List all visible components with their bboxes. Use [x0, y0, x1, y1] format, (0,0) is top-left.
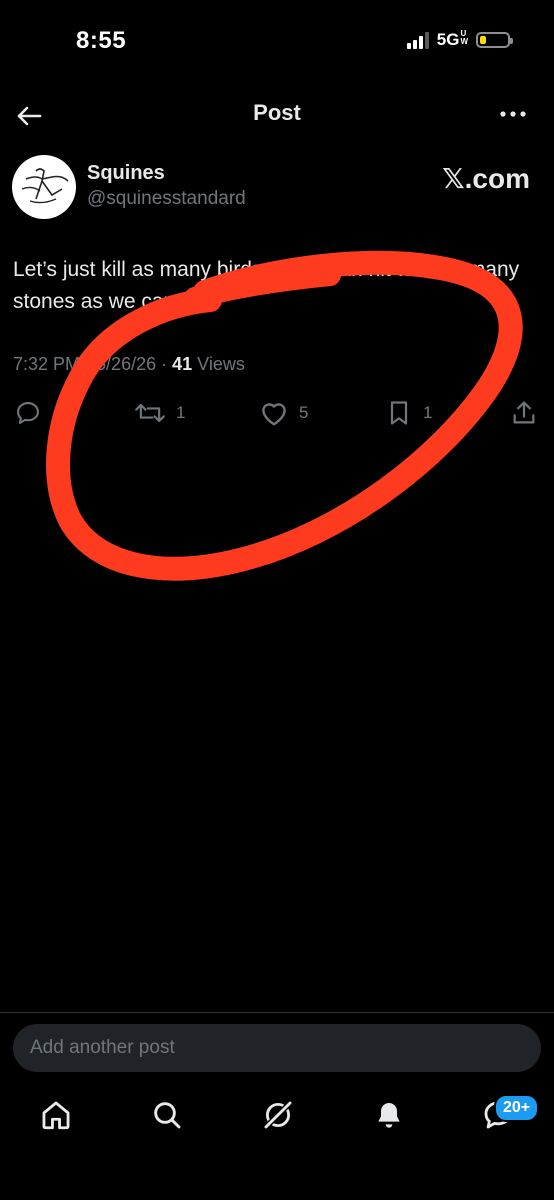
- post-meta: 7:32 PM · 5/26/26 · 41 Views: [13, 354, 245, 374]
- views-count[interactable]: 41: [172, 354, 192, 374]
- status-time: 8:55: [76, 27, 127, 54]
- like-button[interactable]: 5: [259, 396, 308, 430]
- bookmark-icon: [390, 401, 408, 425]
- like-count: 5: [299, 403, 309, 422]
- bookmark-count: 1: [423, 403, 433, 422]
- xcom-watermark: 𝕏.com: [442, 163, 530, 194]
- tab-home[interactable]: [38, 1097, 74, 1133]
- ellipsis-icon: [500, 111, 526, 117]
- repost-button[interactable]: 1: [134, 396, 185, 430]
- heart-icon: [262, 403, 286, 426]
- tab-notifications[interactable]: [371, 1097, 407, 1133]
- reply-composer-input[interactable]: [13, 1024, 541, 1072]
- network-type: 5G UW: [436, 29, 468, 50]
- repost-count: 1: [176, 403, 186, 422]
- search-icon: [154, 1102, 181, 1129]
- home-icon: [42, 1101, 70, 1130]
- more-options-button[interactable]: [498, 104, 528, 124]
- status-indicators: 5G UW: [406, 29, 513, 50]
- reply-icon: [17, 402, 39, 424]
- messages-badge: 20+: [494, 1094, 540, 1122]
- post-detail-screen: 8:55 5G UW Post Squines @squinesstandard…: [0, 0, 554, 1200]
- author-handle[interactable]: @squinesstandard: [87, 188, 246, 210]
- repost-icon: [135, 403, 165, 423]
- cellular-signal-icon: [406, 31, 429, 49]
- views-label: Views: [192, 354, 245, 374]
- tab-search[interactable]: [149, 1097, 185, 1133]
- post-time: 7:32 PM: [13, 354, 81, 374]
- reply-button[interactable]: [14, 396, 52, 430]
- share-icon: [513, 401, 535, 424]
- post-date: 5/26/26: [96, 354, 157, 374]
- bookmark-button[interactable]: 1: [385, 396, 432, 430]
- composer-divider: [0, 1012, 554, 1013]
- post-actions-bar: 1 5 1: [0, 396, 554, 430]
- author-name[interactable]: Squines: [87, 162, 165, 185]
- avatar[interactable]: [12, 155, 76, 219]
- grok-icon: [263, 1100, 293, 1130]
- battery-icon: [476, 32, 513, 48]
- avatar-logo-icon: [13, 156, 75, 218]
- notifications-icon: [378, 1103, 400, 1128]
- share-button[interactable]: [510, 396, 538, 430]
- post-text: Let’s just kill as many birds as we can …: [13, 258, 520, 313]
- tab-grok[interactable]: [260, 1097, 296, 1133]
- page-title: Post: [253, 100, 301, 125]
